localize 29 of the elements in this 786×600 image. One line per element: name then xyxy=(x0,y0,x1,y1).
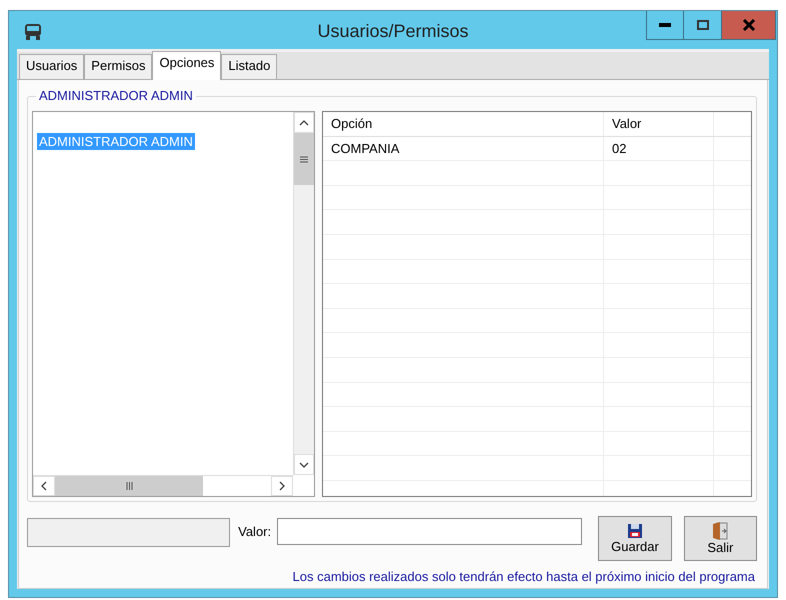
minimize-icon xyxy=(659,23,671,27)
info-message: Los cambios realizados solo tendrán efecto hasta el próximo inicio del programa xyxy=(292,569,756,584)
exit-button[interactable]: Salir xyxy=(684,516,757,561)
table-cell: 02 xyxy=(604,136,714,160)
tab[interactable]: Usuarios xyxy=(19,54,84,79)
maximize-button[interactable] xyxy=(684,11,722,40)
door-icon xyxy=(712,522,728,540)
value-label: Valor: xyxy=(238,524,272,539)
tab[interactable]: Permisos xyxy=(84,54,152,79)
scroll-thumb[interactable] xyxy=(55,476,203,496)
minimize-button[interactable] xyxy=(646,11,684,40)
close-button[interactable] xyxy=(722,11,776,40)
bus-icon xyxy=(23,23,43,41)
scroll-thumb[interactable] xyxy=(294,133,314,185)
table-cell: COMPANIA xyxy=(323,136,604,160)
maximize-icon xyxy=(696,20,708,30)
horizontal-scrollbar[interactable] xyxy=(33,475,293,496)
close-icon xyxy=(742,19,754,31)
value-input[interactable] xyxy=(277,518,582,545)
save-button[interactable]: Guardar xyxy=(598,516,672,561)
tab[interactable]: Listado xyxy=(221,54,278,79)
column-header[interactable]: Valor xyxy=(604,112,714,136)
grip-icon xyxy=(300,156,308,162)
group-title: ADMINISTRADOR ADMIN xyxy=(36,88,196,103)
vertical-scrollbar[interactable] xyxy=(293,112,314,475)
tab[interactable]: Opciones xyxy=(152,51,222,80)
column-header[interactable]: Opción xyxy=(323,112,604,136)
grip-icon xyxy=(126,482,132,490)
window-title: Usuarios/Permisos xyxy=(316,21,470,42)
